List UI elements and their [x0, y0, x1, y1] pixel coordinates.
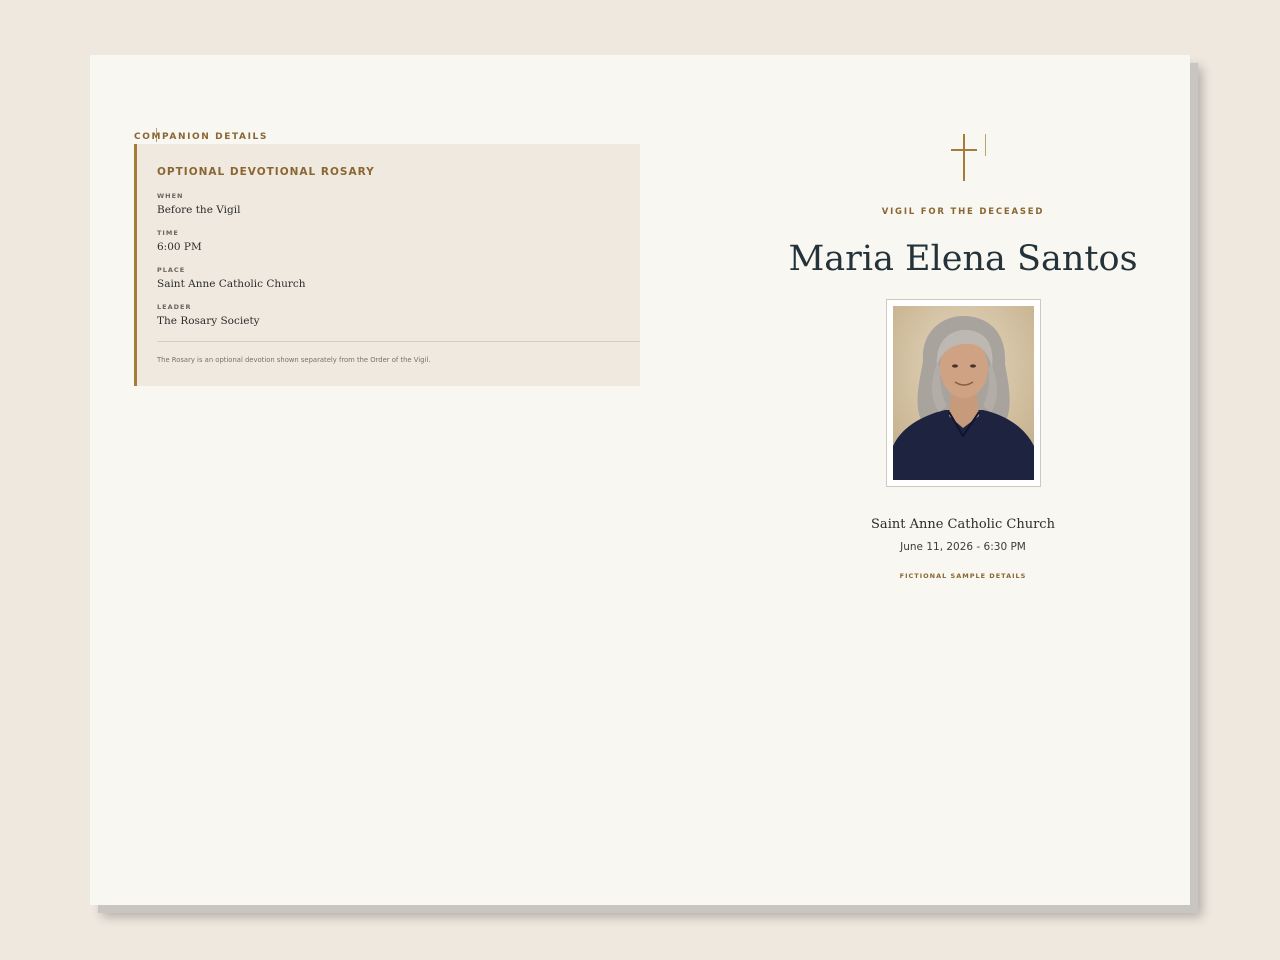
text-cursor [156, 128, 157, 142]
card-note: The Rosary is an optional devotion shown… [157, 356, 431, 364]
church-name[interactable]: Saint Anne Catholic Church [738, 517, 1188, 532]
portrait-photo [893, 306, 1034, 480]
deceased-name[interactable]: Maria Elena Santos [738, 239, 1188, 279]
card-divider [157, 341, 640, 342]
time-label: TIME [157, 229, 179, 237]
sample-footnote: FICTIONAL SAMPLE DETAILS [899, 572, 1027, 580]
when-value[interactable]: Before the Vigil [157, 204, 240, 216]
card-title: OPTIONAL DEVOTIONAL ROSARY [157, 166, 375, 178]
service-date-time[interactable]: June 11, 2026 - 6:30 PM [738, 541, 1188, 553]
leader-label: LEADER [157, 303, 192, 311]
portrait-frame[interactable] [886, 299, 1041, 487]
place-label: PLACE [157, 266, 186, 274]
leader-value[interactable]: The Rosary Society [157, 315, 260, 327]
cross-icon [951, 134, 977, 181]
place-value[interactable]: Saint Anne Catholic Church [157, 278, 306, 290]
when-label: WHEN [157, 192, 184, 200]
time-value[interactable]: 6:00 PM [157, 241, 202, 253]
program-sheet: COMPANION DETAILS OPTIONAL DEVOTIONAL RO… [90, 55, 1190, 905]
rosary-details-card[interactable]: OPTIONAL DEVOTIONAL ROSARY WHEN Before t… [134, 144, 640, 386]
cover-kicker: VIGIL FOR THE DECEASED [881, 207, 1045, 217]
text-cursor [985, 134, 986, 156]
companion-section-label: COMPANION DETAILS [134, 132, 268, 142]
